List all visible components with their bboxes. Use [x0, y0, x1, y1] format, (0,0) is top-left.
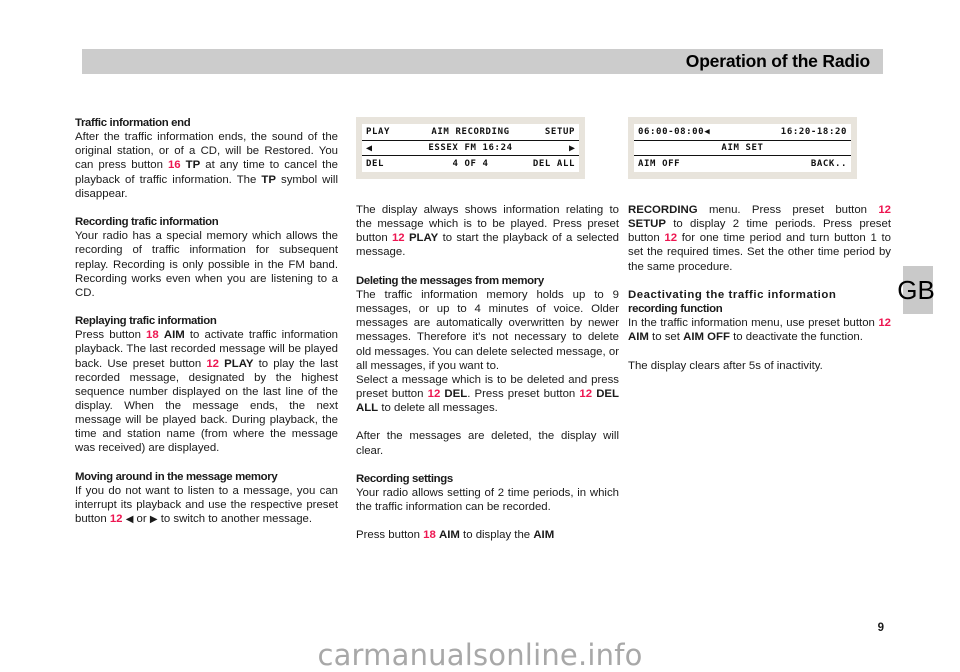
keyword-tp: TP: [185, 159, 201, 172]
text-run: menu. Press preset button: [697, 204, 879, 216]
text-run: Press button: [356, 529, 424, 542]
lcd2-row-2: AIM SET: [634, 140, 851, 156]
lcd2-row-1: 06:00-08:00◀ 16:20-18:20: [634, 124, 851, 140]
keyword-del: DEL: [444, 387, 468, 400]
lcd1-row-2: ◀ ESSEX FM 16:24 ▶: [362, 140, 579, 156]
page-number: 9: [877, 622, 884, 634]
keyword-aim: AIM: [628, 331, 649, 344]
paragraph-deleting-messages-1: The traffic information memory holds up …: [356, 288, 619, 372]
button-ref-12: 12: [878, 317, 891, 330]
paragraph-replaying-trafic-information: Press button 18 AIM to activate traffic …: [75, 328, 338, 455]
heading-moving-around-message-memory: Moving around in the message memory: [75, 470, 278, 483]
button-ref-12: 12: [878, 204, 891, 216]
aim-recording-display-screen: PLAY AIM RECORDING SETUP ◀ ESSEX FM 16:2…: [362, 124, 579, 172]
heading-deactivating-line1: Deactivating the traffic information: [628, 288, 837, 301]
paragraph-display-clear: After the messages are deleted, the disp…: [356, 430, 619, 457]
heading-deactivating-line2: recording function: [628, 303, 723, 316]
aim-set-display: 06:00-08:00◀ 16:20-18:20 AIM SET AIM OFF…: [628, 117, 857, 179]
button-ref-12: 12: [664, 232, 678, 245]
text-run: to delete all messages.: [378, 402, 498, 415]
paragraph-recording-menu: RECORDING menu. Press preset button 12 S…: [628, 203, 891, 274]
page-header-band: Operation of the Radio: [82, 49, 883, 74]
lcd1-row1-center: AIM RECORDING: [431, 127, 510, 137]
page-title: Operation of the Radio: [685, 51, 870, 71]
keyword-tp-2: TP: [261, 173, 276, 186]
country-tab-label: GB: [897, 275, 935, 305]
manual-page: Operation of the Radio GB PLAY AIM RECOR…: [0, 0, 960, 672]
paragraph-recording-settings: Your radio allows setting of 2 time peri…: [356, 486, 619, 514]
keyword-aim-off: AIM OFF: [683, 331, 730, 344]
button-ref-18: 18: [423, 529, 436, 542]
text-column-3: RECORDING menu. Press preset button 12 S…: [628, 203, 891, 373]
text-column-1: Traffic information end After the traffi…: [75, 116, 338, 527]
paragraph-recording-trafic-information: Your radio has a special memory which al…: [75, 230, 338, 299]
button-ref-12: 12: [109, 513, 123, 526]
paragraph-moving-around-message-memory: If you do not want to listen to a messag…: [75, 484, 338, 527]
button-ref-18: 18: [146, 329, 159, 342]
keyword-recording: RECORDING: [628, 204, 698, 216]
paragraph-press-button-aim: Press button 18 AIM to display the AIM: [356, 528, 619, 542]
country-tab-gb: GB: [897, 266, 935, 314]
paragraph-deactivating: In the traffic information menu, use pre…: [628, 316, 891, 344]
lcd2-row3-right: BACK..: [810, 159, 847, 169]
keyword-aim-2: AIM: [533, 529, 555, 542]
text-run: . Press preset button: [467, 387, 580, 400]
button-ref-12: 12: [206, 357, 220, 370]
lcd2-row1-right: 16:20-18:20: [780, 127, 847, 137]
aim-recording-display: PLAY AIM RECORDING SETUP ◀ ESSEX FM 16:2…: [356, 117, 585, 179]
watermark: carmanualsonline.info: [317, 638, 643, 672]
lcd2-row3-left: AIM OFF: [638, 159, 681, 169]
heading-recording-settings: Recording settings: [356, 472, 453, 485]
lcd1-row-1: PLAY AIM RECORDING SETUP: [362, 124, 579, 140]
lcd2-row-3: AIM OFF BACK..: [634, 156, 851, 172]
heading-replaying-trafic-information: Replaying trafic information: [75, 315, 217, 328]
keyword-play: PLAY: [224, 357, 254, 370]
keyword-play: PLAY: [408, 232, 439, 245]
text-run: In the traffic information menu, use pre…: [628, 317, 879, 330]
keyword-aim: AIM: [438, 529, 460, 542]
paragraph-display-clears: The display clears after 5s of inactivit…: [628, 359, 823, 372]
lcd2-row2-center: AIM SET: [721, 143, 764, 153]
paragraph-deleting-messages-2: Select a message which is to be deleted …: [356, 373, 619, 415]
heading-traffic-information-end: Traffic information end: [75, 117, 191, 129]
text-run: Press button: [75, 329, 147, 342]
heading-recording-trafic-information: Recording trafic information: [75, 216, 219, 229]
keyword-setup: SETUP: [628, 218, 666, 231]
text-run: to display the: [459, 529, 534, 542]
text-run: to set: [648, 331, 684, 344]
right-arrow-icon: ▶: [149, 514, 158, 526]
lcd1-row2-center: ESSEX FM 16:24: [428, 143, 513, 153]
heading-deleting-messages-from-memory: Deleting the messages from memory: [356, 274, 544, 287]
text-run: to play the last recorded message, desig…: [75, 357, 338, 455]
button-ref-12: 12: [579, 387, 593, 400]
text-run: to switch to another message.: [157, 513, 313, 526]
text-run: or: [133, 513, 150, 526]
paragraph-display-info: The display always shows information rel…: [356, 203, 619, 260]
lcd2-row1-left: 06:00-08:00◀: [638, 127, 711, 137]
button-ref-12: 12: [391, 232, 405, 245]
lcd1-row3-center: 4 OF 4: [452, 159, 489, 169]
aim-set-display-screen: 06:00-08:00◀ 16:20-18:20 AIM SET AIM OFF…: [634, 124, 851, 172]
button-ref-12: 12: [427, 387, 441, 400]
button-ref-16: 16: [167, 159, 181, 172]
keyword-aim: AIM: [163, 329, 185, 342]
lcd1-row-3: DEL 4 OF 4 DEL ALL: [362, 156, 579, 172]
text-column-2: The display always shows information rel…: [356, 203, 619, 543]
text-run: to deactivate the function.: [729, 331, 863, 344]
paragraph-traffic-information-end: After the traffic information ends, the …: [75, 130, 338, 201]
